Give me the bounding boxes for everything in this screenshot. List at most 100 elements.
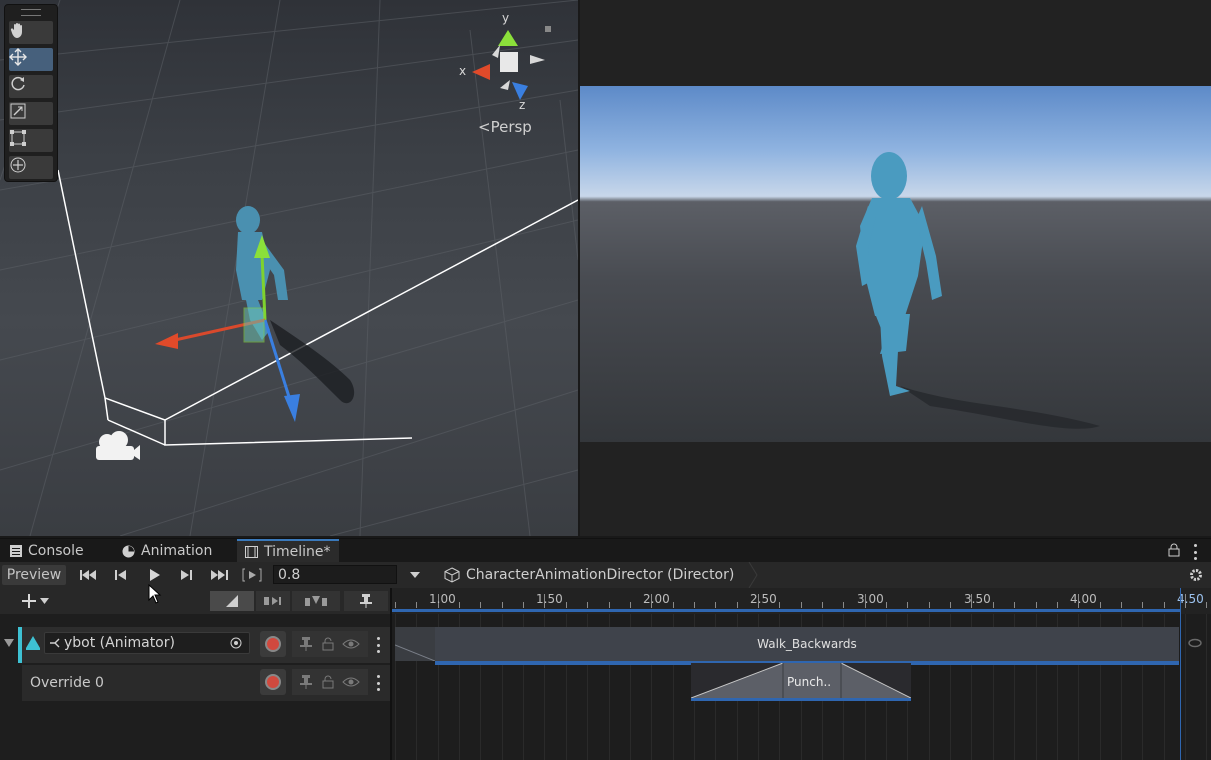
gameobject-cube-icon [444,567,460,583]
walk-backwards-clip[interactable]: Walk_Backwards [435,627,1179,665]
play-button[interactable] [145,565,163,585]
override-record-button[interactable] [260,669,286,695]
tab-menu-kebab-icon[interactable] [1194,544,1198,560]
record-button[interactable] [260,631,286,657]
director-breadcrumb[interactable]: CharacterAnimationDirector (Director) [444,565,734,585]
time-format-dropdown[interactable] [406,565,424,585]
bottom-tab-bar: Console Animation Timeline* [0,538,1211,563]
ruler-tick-label: 2.00 [643,592,670,606]
next-frame-icon [181,570,192,580]
scene-view[interactable]: y x z <Persp [0,0,578,536]
timeline-settings-button[interactable] [1186,565,1206,585]
breadcrumb-separator [748,561,758,589]
scale-icon [10,103,26,119]
previous-frame-icon [115,570,126,580]
tab-timeline-label: Timeline* [264,544,331,560]
ruler-tick-label: 1.50 [536,592,563,606]
ripple-icon [264,597,281,605]
animator-binding-field[interactable]: ybot (Animator) [44,632,250,654]
loop-icon [1188,637,1202,653]
move-tool-button[interactable] [9,48,53,71]
walk-backwards-clip-label: Walk_Backwards [757,637,857,651]
add-marker-button[interactable] [344,591,388,611]
rect-tool-button[interactable] [9,129,53,152]
track-panel-divider[interactable] [390,588,392,760]
override-track-row[interactable]: Override 0 [22,665,390,701]
hand-tool-button[interactable] [9,21,53,44]
punch-clip-area[interactable]: Punch.. [691,663,911,701]
go-to-start-button[interactable] [78,565,100,585]
projection-toggle[interactable]: <Persp [478,118,532,136]
lock-icon[interactable] [1168,543,1180,561]
play-icon [150,569,160,581]
timeline-icon [245,546,258,558]
scene-grid [0,0,578,536]
game-camera-render [580,86,1211,442]
z-axis-handle [284,394,300,422]
transform-tool-button[interactable] [9,156,53,179]
replace-icon [305,596,327,606]
rotate-tool-button[interactable] [9,75,53,98]
tab-console[interactable]: Console [2,539,92,563]
chevron-down-icon [40,598,49,604]
tab-console-label: Console [28,543,84,559]
walk-clip-blend-in[interactable] [394,627,436,662]
persp-label: Persp [490,118,532,136]
ruler-tick-label: 4.50 [1177,592,1204,606]
add-track-button[interactable] [22,592,62,610]
playhead-line[interactable] [1180,588,1181,760]
skip-to-end-icon [211,570,228,580]
override-menu-kebab-icon[interactable] [377,675,381,691]
animation-track-icon [26,636,40,654]
skip-to-start-icon [80,570,96,580]
track-flags-group [292,631,368,657]
timeline-transport-bar: Preview 0.8 CharacterAnimationDirector (… [0,561,1211,589]
play-range-button[interactable] [240,565,264,585]
animation-icon [122,545,135,557]
next-frame-button[interactable] [177,565,195,585]
director-label: CharacterAnimationDirector (Director) [466,567,735,583]
track-headers: ybot (Animator) Override 0 [0,614,390,760]
previous-frame-button[interactable] [112,565,130,585]
current-time-field[interactable]: 0.8 [273,565,397,584]
pin-icon[interactable] [300,675,312,689]
ruler-tick-label: 3.50 [964,592,991,606]
transform-icon [10,157,26,173]
ripple-button[interactable] [256,591,290,611]
time-ruler[interactable]: 1.00 1.50 2.00 2.50 3.00 3.50 4.00 4.50 [391,588,1211,615]
ruler-tick-label: 1.00 [429,592,456,606]
record-icon [265,674,281,690]
replace-button[interactable] [292,591,340,611]
animator-track-row[interactable]: ybot (Animator) [22,627,390,663]
hand-icon [10,23,22,38]
punch-clip-label: Punch.. [787,675,832,689]
rect-transform-icon [10,130,26,146]
pin-icon [360,594,372,608]
gizmo-y-label: y [502,11,510,25]
gizmo-z-label: z [519,98,526,112]
tab-animation[interactable]: Animation [114,539,220,563]
scale-tool-button[interactable] [9,102,53,125]
eye-icon[interactable] [342,638,360,650]
lock-icon[interactable] [322,637,334,651]
tab-timeline[interactable]: Timeline* [237,539,339,563]
orientation-gizmo [472,26,551,100]
x-axis-handle [155,333,178,349]
console-icon [10,545,22,557]
preview-button[interactable]: Preview [2,565,66,585]
mouse-cursor-icon [148,583,162,608]
go-to-end-button[interactable] [207,565,231,585]
tool-palette [4,4,58,182]
ease-mix-button[interactable] [210,591,254,611]
gizmo-x-label: x [459,64,467,78]
palette-drag-handle[interactable] [21,9,41,16]
object-picker-icon[interactable] [230,637,242,653]
pin-icon[interactable] [300,637,312,651]
mix-icon [226,595,238,607]
ruler-tick-label: 3.00 [857,592,884,606]
lock-icon[interactable] [322,675,334,689]
collapse-arrow-icon[interactable] [4,636,14,651]
eye-icon[interactable] [342,676,360,688]
rotate-icon [11,76,25,91]
track-menu-kebab-icon[interactable] [377,637,381,653]
